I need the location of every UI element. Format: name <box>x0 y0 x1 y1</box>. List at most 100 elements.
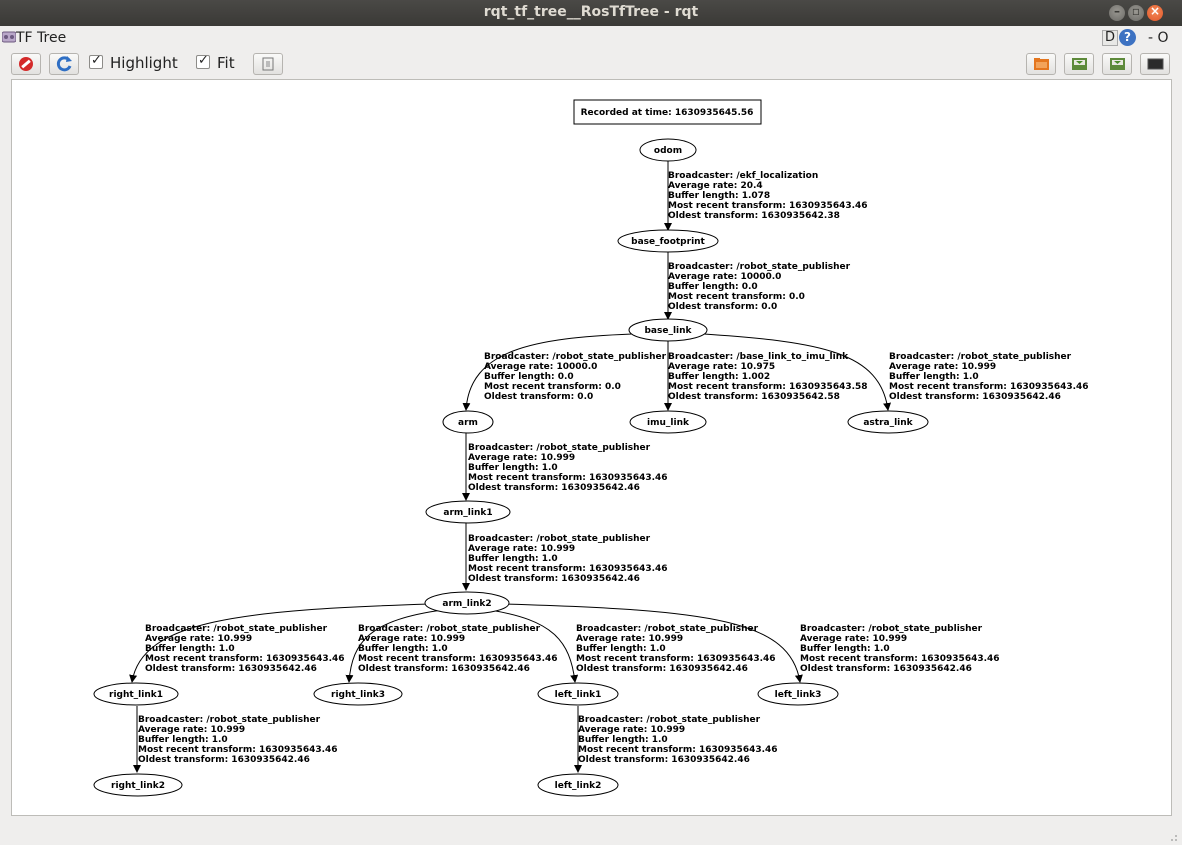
minimize-button[interactable]: – <box>1109 4 1125 21</box>
edge-info-line: Buffer length: 1.078 <box>668 191 770 201</box>
plugin-window-controls[interactable]: - O <box>1148 30 1169 46</box>
edge-info-line: Average rate: 10.975 <box>668 362 775 372</box>
fit-checkbox[interactable]: ✓ <box>196 53 210 69</box>
edge-info-line: Average rate: 10.999 <box>576 634 683 644</box>
edge-info-line: Broadcaster: /robot_state_publisher <box>484 352 667 362</box>
edge-info-line: Most recent transform: 1630935643.46 <box>578 745 778 755</box>
edge-info-line: Buffer length: 0.0 <box>484 372 574 382</box>
refresh-button[interactable] <box>49 53 79 75</box>
save-dot-icon <box>1072 58 1087 70</box>
minimize-icon: – <box>1114 4 1120 18</box>
node-label-left-link3: left_link3 <box>775 690 822 700</box>
fit-view-icon <box>262 57 274 71</box>
node-label-odom: odom <box>654 146 682 156</box>
node-label-base-link: base_link <box>644 326 692 336</box>
edge-info-line: Broadcaster: /robot_state_publisher <box>889 352 1072 362</box>
edge-label-right-link1-right-link2: Broadcaster: /robot_state_publisher Aver… <box>138 715 341 765</box>
node-label-arm-link2: arm_link2 <box>442 599 491 609</box>
edge-info-line: Most recent transform: 1630935643.46 <box>138 745 338 755</box>
window-title: rqt_tf_tree__RosTfTree - rqt <box>483 4 699 20</box>
edge-info-line: Broadcaster: /base_link_to_imu_link <box>668 352 849 362</box>
edge-info-line: Average rate: 10.999 <box>138 725 245 735</box>
edge-info-line: Most recent transform: 1630935643.46 <box>576 654 776 664</box>
edge-info-line: Buffer length: 1.0 <box>889 372 979 382</box>
edge-info-line: Average rate: 10.999 <box>578 725 685 735</box>
edge-info-line: Broadcaster: /robot_state_publisher <box>358 624 541 634</box>
edge-info-line: Most recent transform: 0.0 <box>668 292 805 302</box>
edge-info-line: Buffer length: 1.0 <box>145 644 235 654</box>
help-icon[interactable]: ? <box>1119 29 1136 46</box>
screenshot-button[interactable] <box>1140 53 1170 75</box>
edge-info-line: Broadcaster: /robot_state_publisher <box>145 624 328 634</box>
node-label-arm: arm <box>458 418 478 428</box>
node-label-right-link2: right_link2 <box>111 781 165 791</box>
tf-tree-icon <box>2 31 16 43</box>
edge-info-line: Most recent transform: 1630935643.58 <box>668 382 868 392</box>
edge-info-line: Oldest transform: 1630935642.46 <box>576 664 748 674</box>
node-label-base-footprint: base_footprint <box>631 237 705 247</box>
edge-info-line: Average rate: 10.999 <box>358 634 465 644</box>
clear-button[interactable] <box>11 53 41 75</box>
fit-view-button[interactable] <box>253 53 283 75</box>
edge-info-line: Buffer length: 1.002 <box>668 372 770 382</box>
node-label-right-link3: right_link3 <box>331 690 385 700</box>
node-label-astra-link: astra_link <box>863 418 913 428</box>
plugin-title: TF Tree <box>16 30 67 46</box>
edge-label-arm-link2-right-link1: Broadcaster: /robot_state_publisher Aver… <box>145 624 348 674</box>
edge-info-line: Oldest transform: 1630935642.46 <box>889 392 1061 402</box>
edge-info-line: Average rate: 10000.0 <box>484 362 597 372</box>
edge-label-odom-base-footprint: Broadcaster: /ekf_localization Average r… <box>668 171 871 221</box>
edge-info-line: Oldest transform: 1630935642.58 <box>668 392 840 402</box>
open-icon <box>1034 58 1049 70</box>
edge-info-line: Oldest transform: 1630935642.46 <box>145 664 317 674</box>
maximize-button[interactable]: ▫ <box>1128 4 1144 21</box>
check-icon: ✓ <box>198 53 209 68</box>
refresh-icon <box>56 56 72 72</box>
edge-info-line: Oldest transform: 1630935642.38 <box>668 211 840 221</box>
edge-info-line: Most recent transform: 1630935643.46 <box>889 382 1089 392</box>
node-label-right-link1: right_link1 <box>109 690 163 700</box>
edge-info-line: Buffer length: 0.0 <box>668 282 758 292</box>
edge-info-line: Buffer length: 1.0 <box>468 554 558 564</box>
status-bar <box>0 818 1182 845</box>
save-image-button[interactable] <box>1102 53 1132 75</box>
edge-info-line: Average rate: 10.999 <box>468 453 575 463</box>
save-image-icon <box>1110 58 1125 70</box>
edge-info-line: Broadcaster: /robot_state_publisher <box>576 624 759 634</box>
edge-info-line: Oldest transform: 0.0 <box>484 392 593 402</box>
highlight-checkbox[interactable]: ✓ <box>89 53 103 69</box>
resize-grip-icon[interactable] <box>1168 832 1178 842</box>
save-dot-button[interactable] <box>1064 53 1094 75</box>
edge-label-base-link-arm: Broadcaster: /robot_state_publisher Aver… <box>484 352 669 402</box>
edge-info-line: Broadcaster: /robot_state_publisher <box>668 262 851 272</box>
edge-info-line: Broadcaster: /robot_state_publisher <box>578 715 761 725</box>
edge-label-base-link-imu-link: Broadcaster: /base_link_to_imu_link Aver… <box>668 352 871 402</box>
dock-button[interactable]: D <box>1102 30 1119 46</box>
edge-info-line: Most recent transform: 1630935643.46 <box>800 654 1000 664</box>
open-button[interactable] <box>1026 53 1056 75</box>
edge-label-arm-arm-link1: Broadcaster: /robot_state_publisher Aver… <box>468 443 671 493</box>
edge-info-line: Average rate: 10000.0 <box>668 272 781 282</box>
edge-info-line: Average rate: 10.999 <box>145 634 252 644</box>
tf-graph-view[interactable]: Recorded at time: 1630935645.56 odom bas… <box>11 79 1172 816</box>
edge-info-line: Broadcaster: /robot_state_publisher <box>468 534 651 544</box>
highlight-label: Highlight <box>110 54 178 72</box>
recorded-time-label: Recorded at time: 1630935645.56 <box>581 108 754 118</box>
check-icon: ✓ <box>91 53 102 68</box>
edge-info-line: Average rate: 10.999 <box>800 634 907 644</box>
plugin-header: TF Tree D ? - O <box>0 26 1182 50</box>
screenshot-icon <box>1147 58 1164 70</box>
window-titlebar: rqt_tf_tree__RosTfTree - rqt – ▫ × <box>0 0 1182 26</box>
edge-info-line: Oldest transform: 0.0 <box>668 302 777 312</box>
edge-info-line: Average rate: 20.4 <box>668 181 763 191</box>
edge-info-line: Oldest transform: 1630935642.46 <box>800 664 972 674</box>
edge-info-line: Buffer length: 1.0 <box>578 735 668 745</box>
edge-info-line: Most recent transform: 1630935643.46 <box>468 564 668 574</box>
node-label-left-link2: left_link2 <box>555 781 602 791</box>
node-label-imu-link: imu_link <box>647 418 690 428</box>
node-label-arm-link1: arm_link1 <box>443 508 492 518</box>
edge-info-line: Broadcaster: /robot_state_publisher <box>800 624 983 634</box>
edge-info-line: Most recent transform: 1630935643.46 <box>358 654 558 664</box>
close-button[interactable]: × <box>1147 4 1163 21</box>
edge-info-line: Oldest transform: 1630935642.46 <box>138 755 310 765</box>
